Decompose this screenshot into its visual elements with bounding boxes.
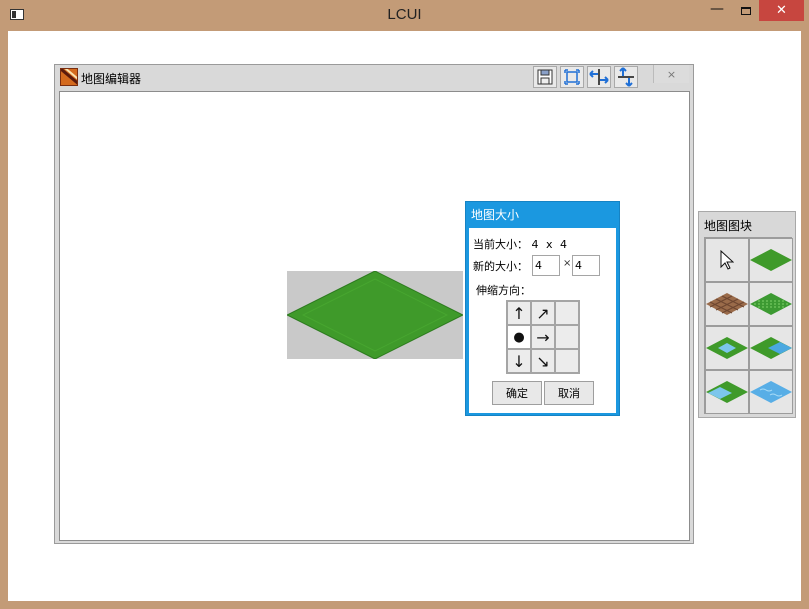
fit-frame-icon xyxy=(564,69,580,85)
direction-cell-up[interactable]: ↑ xyxy=(507,301,531,325)
tile-grass-water-b[interactable] xyxy=(705,370,749,414)
anchor-dot-icon: ● xyxy=(513,329,525,345)
grass-map-tile xyxy=(285,270,465,360)
maximize-icon xyxy=(741,6,751,15)
map-preview[interactable] xyxy=(285,270,465,360)
arrow-up-icon: ↑ xyxy=(512,303,526,323)
new-times: × xyxy=(563,258,572,269)
dirt-tile xyxy=(706,293,748,315)
arrow-down-icon: ↓ xyxy=(512,351,526,371)
editor-title: 地图编辑器 xyxy=(81,72,142,86)
grass-water-tile-b xyxy=(706,381,748,403)
tile-water-grass-a[interactable] xyxy=(749,326,793,370)
tile-grass[interactable] xyxy=(749,238,793,282)
arrow-right-icon: → xyxy=(536,327,550,347)
direction-cell-empty[interactable] xyxy=(555,301,579,325)
window-title: LCUI xyxy=(387,6,422,23)
grass-tile xyxy=(750,249,792,271)
direction-cell-up-right[interactable]: ↗ xyxy=(531,301,555,325)
direction-cell-anchor[interactable]: ● xyxy=(507,325,531,349)
tile-grass-water-a[interactable] xyxy=(705,326,749,370)
current-size-row: 当前大小： 4 x 4 xyxy=(473,236,567,252)
current-height: 4 xyxy=(560,238,568,251)
editor-titlebar[interactable]: 地图编辑器 × xyxy=(55,65,693,90)
close-button[interactable]: ✕ xyxy=(759,0,804,21)
map-tiles-panel: 地图图块 xyxy=(698,211,796,418)
grass-water-tile-a xyxy=(706,337,748,359)
flip-horizontal-button[interactable] xyxy=(587,66,611,88)
tile-dirt[interactable] xyxy=(705,282,749,326)
window-titlebar[interactable]: LCUI — ✕ xyxy=(0,0,809,31)
new-size-label: 新的大小： xyxy=(473,260,528,273)
direction-cell-empty[interactable] xyxy=(555,349,579,373)
save-icon xyxy=(537,69,553,85)
dialog-body: 当前大小： 4 x 4 新的大小： × 伸缩方向： ↑ ↗ ● → ↓ ↘ 确定 xyxy=(469,228,616,413)
water-grass-tile-a xyxy=(750,337,792,359)
tiles-panel-title: 地图图块 xyxy=(704,219,753,233)
direction-cell-down-right[interactable]: ↘ xyxy=(531,349,555,373)
direction-cell-right[interactable]: → xyxy=(531,325,555,349)
map-size-dialog: 地图大小 当前大小： 4 x 4 新的大小： × 伸缩方向： ↑ ↗ ● → ↓… xyxy=(465,201,620,416)
editor-close-button[interactable]: × xyxy=(653,65,689,83)
direction-cell-empty[interactable] xyxy=(555,325,579,349)
flip-horizontal-icon xyxy=(589,69,609,85)
editor-logo-icon xyxy=(60,68,78,86)
direction-cell-down[interactable]: ↓ xyxy=(507,349,531,373)
arrow-down-right-icon: ↘ xyxy=(536,351,550,371)
tile-water[interactable] xyxy=(749,370,793,414)
maximize-button[interactable] xyxy=(733,0,759,21)
flip-vertical-button[interactable] xyxy=(614,66,638,88)
flip-vertical-icon xyxy=(618,67,634,87)
tiles-grid xyxy=(704,237,793,414)
water-tile xyxy=(750,381,792,403)
new-height-input[interactable] xyxy=(572,255,600,276)
current-width: 4 xyxy=(531,238,539,251)
cursor-tool-icon xyxy=(720,250,734,270)
tile-cursor[interactable] xyxy=(705,238,749,282)
current-size-label: 当前大小： xyxy=(473,238,528,251)
current-times: x xyxy=(546,238,553,251)
dialog-title: 地图大小 xyxy=(471,208,520,222)
minimize-button[interactable]: — xyxy=(704,0,730,19)
save-button[interactable] xyxy=(533,66,557,88)
direction-label: 伸缩方向： xyxy=(476,284,531,297)
fit-frame-button[interactable] xyxy=(560,66,584,88)
new-width-input[interactable] xyxy=(532,255,560,276)
tile-grass-rows[interactable] xyxy=(749,282,793,326)
cancel-button[interactable]: 取消 xyxy=(544,381,594,405)
arrow-up-right-icon: ↗ xyxy=(536,303,550,323)
direction-grid: ↑ ↗ ● → ↓ ↘ xyxy=(506,300,580,374)
ok-button[interactable]: 确定 xyxy=(492,381,542,405)
grass-rows-tile xyxy=(750,293,792,315)
window-client-area: 地图编辑器 × 地图大小 当前大小： 4 x 4 新的大小： 4 × 4 伸缩方… xyxy=(8,31,801,601)
